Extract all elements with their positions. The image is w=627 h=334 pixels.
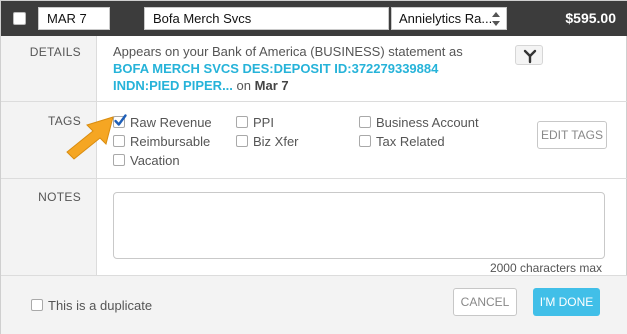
tag-checkbox[interactable] xyxy=(236,135,248,147)
transaction-editor: MAR 7 Bofa Merch Svcs Annielytics Ra... … xyxy=(0,0,627,334)
details-prefix: Appears on your Bank of America (BUSINES… xyxy=(113,44,463,59)
sort-arrows-icon xyxy=(492,12,500,26)
details-on: on xyxy=(236,78,252,93)
account-select[interactable]: Annielytics Ra... xyxy=(391,7,507,30)
tag-label: Reimbursable xyxy=(130,134,211,149)
select-transaction-checkbox[interactable] xyxy=(13,12,26,25)
notes-label: NOTES xyxy=(38,190,81,204)
tag-checkbox[interactable] xyxy=(359,135,371,147)
char-limit-text: 2000 characters max xyxy=(489,261,602,275)
details-text: Appears on your Bank of America (BUSINES… xyxy=(113,43,483,94)
cancel-button[interactable]: CANCEL xyxy=(453,288,517,316)
details-label: DETAILS xyxy=(29,45,81,59)
account-select-value: Annielytics Ra... xyxy=(399,11,493,26)
tag-label: Vacation xyxy=(130,153,180,168)
edit-tags-button[interactable]: EDIT TAGS xyxy=(537,121,607,149)
tag-label: Tax Related xyxy=(376,134,445,149)
tag-label: Business Account xyxy=(376,115,479,130)
duplicate-label: This is a duplicate xyxy=(48,298,153,313)
duplicate-checkbox[interactable] xyxy=(31,299,43,311)
footer: This is a duplicate CANCEL I'M DONE xyxy=(1,276,627,334)
tag-label: PPI xyxy=(253,115,274,130)
divider xyxy=(1,101,627,102)
details-date: Mar 7 xyxy=(254,78,289,93)
tag-checkbox[interactable] xyxy=(236,116,248,128)
tag-label: Biz Xfer xyxy=(253,134,299,149)
tag-checkbox[interactable] xyxy=(359,116,371,128)
notes-textarea[interactable] xyxy=(113,192,605,259)
transaction-header: MAR 7 Bofa Merch Svcs Annielytics Ra... … xyxy=(1,1,627,36)
description-field[interactable]: Bofa Merch Svcs xyxy=(144,7,389,30)
done-button[interactable]: I'M DONE xyxy=(533,288,600,316)
split-transaction-button[interactable] xyxy=(515,45,543,65)
amount: $595.00 xyxy=(565,10,616,26)
tag-label: Raw Revenue xyxy=(130,115,212,130)
date-field[interactable]: MAR 7 xyxy=(38,7,110,30)
split-icon xyxy=(523,49,537,64)
annotation-arrow-icon xyxy=(66,116,114,160)
divider xyxy=(1,178,627,179)
